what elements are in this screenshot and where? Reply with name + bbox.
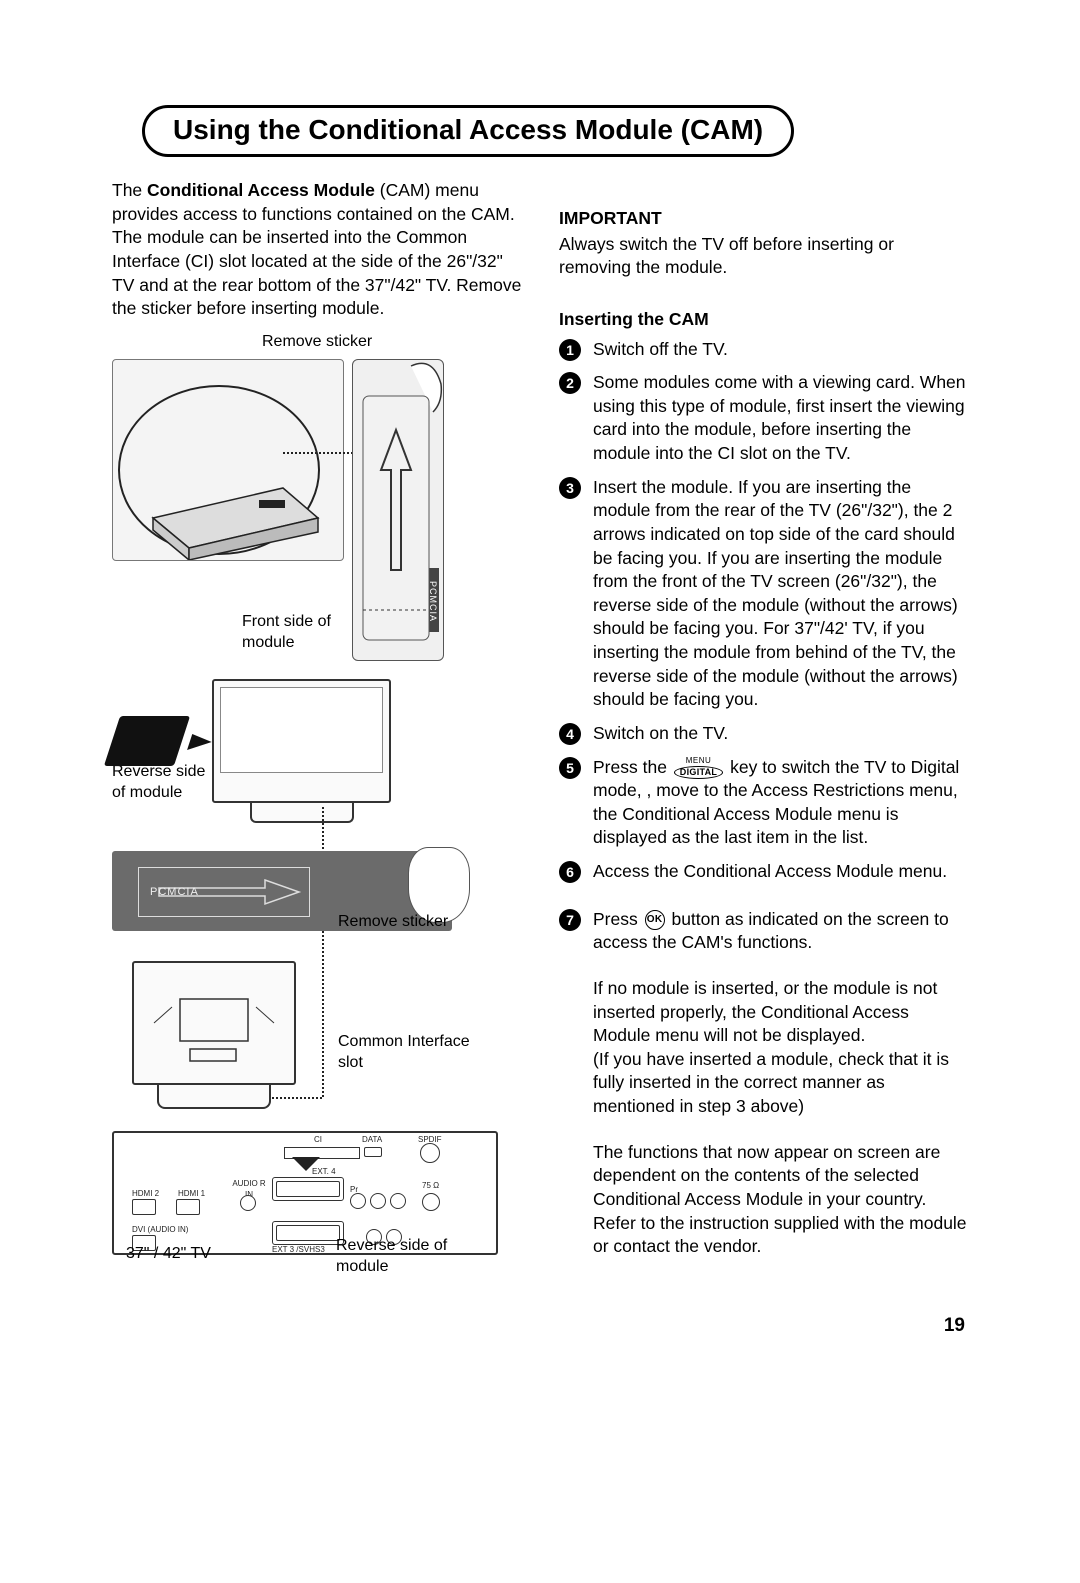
port-hdmi1-icon xyxy=(176,1199,200,1215)
step-5-pre: Press the xyxy=(593,757,672,777)
port-ext4-label: EXT. 4 xyxy=(312,1167,336,1178)
inserting-heading: Inserting the CAM xyxy=(559,308,970,332)
port-ext2-icon xyxy=(272,1221,344,1245)
tail-3: The functions that now appear on screen … xyxy=(593,1141,970,1259)
tail-2: (If you have inserted a module, check th… xyxy=(593,1048,970,1119)
label-remove-sticker-2: Remove sticker xyxy=(338,911,448,933)
port-ext3-label: EXT 3 /SVHS3 xyxy=(272,1245,325,1256)
step-7-pre: Press xyxy=(593,909,643,929)
step-2: Some modules come with a viewing card. W… xyxy=(559,371,970,466)
digital-key-label: DIGITAL xyxy=(674,766,723,779)
port-ci-label: CI xyxy=(314,1135,322,1146)
step-1: Switch off the TV. xyxy=(559,338,970,362)
port-y-icon xyxy=(390,1193,406,1209)
page-title-box: Using the Conditional Access Module (CAM… xyxy=(142,105,794,157)
port-ext4-icon xyxy=(272,1177,344,1201)
diagram-module-reverse-icon xyxy=(104,716,190,766)
steps-list: Switch off the TV. Some modules come wit… xyxy=(559,338,970,1259)
port-hdmi2-label: HDMI 2 xyxy=(132,1189,159,1200)
ok-key-label: OK xyxy=(645,910,665,930)
port-data-icon xyxy=(364,1147,382,1157)
port-hdmi1-label: HDMI 1 xyxy=(178,1189,205,1200)
step-4-text: Switch on the TV. xyxy=(593,723,728,743)
figure-26-32: Remove sticker 26' / 32" TV Common Inter… xyxy=(112,331,523,811)
step-4: Switch on the TV. xyxy=(559,722,970,746)
step-6: Access the Conditional Access Module men… xyxy=(559,860,970,884)
step-7: Press OK button as indicated on the scre… xyxy=(559,908,970,1259)
label-reverse-side-2: Reverse side of module xyxy=(336,1235,456,1278)
important-body: Always switch the TV off before insertin… xyxy=(559,233,970,280)
port-data-label: DATA xyxy=(362,1135,382,1146)
left-column: The Conditional Access Module (CAM) menu… xyxy=(112,179,523,1311)
port-75ohm-label: 75 Ω xyxy=(422,1181,439,1192)
intro-paragraph: The Conditional Access Module (CAM) menu… xyxy=(112,179,523,321)
intro-post: (CAM) menu provides access to functions … xyxy=(112,180,521,318)
port-spdif-icon xyxy=(420,1143,440,1163)
diagram-tv-side-icon xyxy=(112,359,344,561)
tail-1: If no module is inserted, or the module … xyxy=(593,977,970,1048)
step-3-text: Insert the module. If you are inserting … xyxy=(593,477,958,710)
intro-bold: Conditional Access Module xyxy=(147,180,375,200)
step-5: Press the MENUDIGITAL key to switch the … xyxy=(559,756,970,851)
port-audio-r-icon xyxy=(240,1195,256,1211)
pcmcia-label-2: PCMCIA xyxy=(150,885,199,900)
port-pr-icon xyxy=(350,1193,366,1209)
diagram-tv-front-icon xyxy=(212,679,391,803)
step-2-text: Some modules come with a viewing card. W… xyxy=(593,372,966,463)
port-antenna-icon xyxy=(422,1193,440,1211)
figure-37-42: PCMCIA Remove sticker Common Interface s… xyxy=(112,811,523,1311)
step-3: Insert the module. If you are inserting … xyxy=(559,476,970,712)
port-hdmi2-icon xyxy=(132,1199,156,1215)
step-1-text: Switch off the TV. xyxy=(593,339,728,359)
label-remove-sticker: Remove sticker xyxy=(262,331,372,353)
label-ci-slot-2: Common Interface slot xyxy=(338,1031,488,1074)
page-number: 19 xyxy=(944,1315,965,1337)
page-title: Using the Conditional Access Module (CAM… xyxy=(173,114,763,146)
digital-key-icon: MENUDIGITAL xyxy=(674,757,723,779)
important-heading: IMPORTANT xyxy=(559,179,970,231)
diagram-cam-card-icon: PCMCIA xyxy=(352,359,444,661)
step-6-text: Access the Conditional Access Module men… xyxy=(593,861,947,881)
port-pb-icon xyxy=(370,1193,386,1209)
ok-key-icon: OK xyxy=(645,910,665,930)
digital-key-menu-label: MENU xyxy=(686,757,712,765)
right-column: IMPORTANT Always switch the TV off befor… xyxy=(553,179,970,1311)
intro-pre: The xyxy=(112,180,147,200)
diagram-tv-rear-icon xyxy=(132,961,296,1085)
port-dvi-label: DVI (AUDIO IN) xyxy=(132,1225,192,1236)
label-tv37: 37" / 42" TV xyxy=(126,1243,211,1265)
